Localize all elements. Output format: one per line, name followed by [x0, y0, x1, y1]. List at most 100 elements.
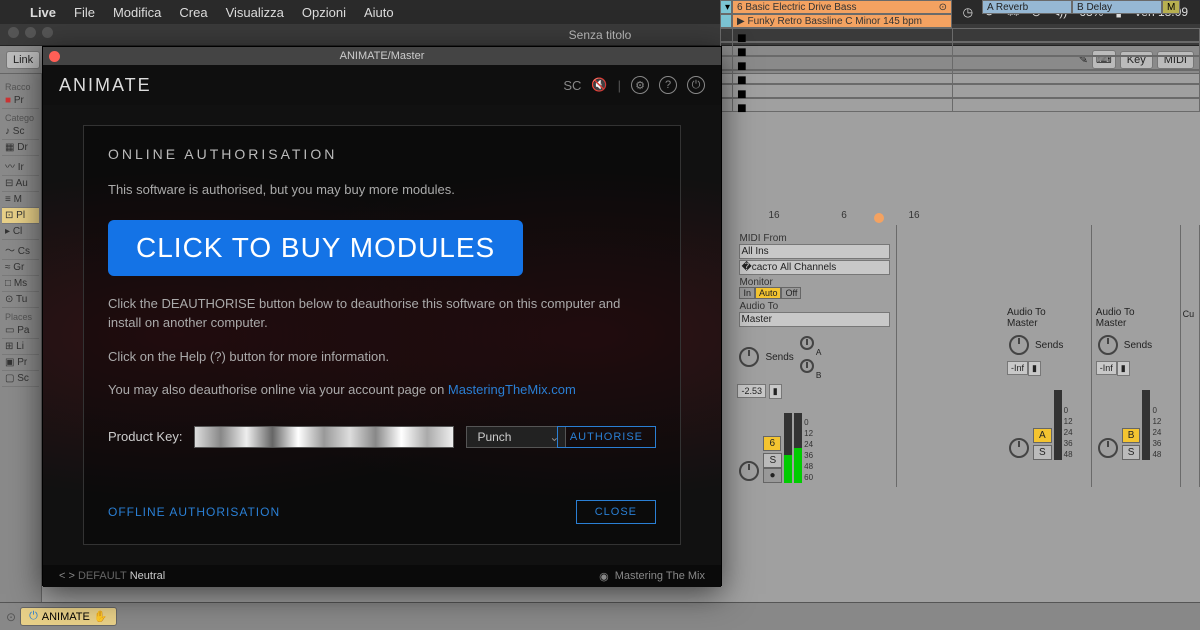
plugin-name: ANIMATE — [59, 75, 152, 96]
menu-create[interactable]: Crea — [179, 5, 207, 20]
track-header-master[interactable]: M — [1162, 0, 1180, 14]
browser-max[interactable]: □ Ms — [2, 276, 39, 292]
clip-prev[interactable] — [720, 14, 732, 28]
send-a-knob[interactable] — [800, 336, 814, 350]
audio-to-select[interactable]: Master — [739, 312, 890, 327]
menu-edit[interactable]: Modifica — [113, 5, 161, 20]
browser-instruments[interactable]: 〰 Ir — [2, 156, 39, 176]
clip-slot[interactable]: ■ — [720, 56, 1200, 70]
clip-slot[interactable]: ■ — [720, 28, 1200, 42]
browser-tuning[interactable]: ⊙ Tu — [2, 292, 39, 308]
browser-project[interactable]: ▣ Pr — [2, 355, 39, 371]
traffic-lights[interactable] — [8, 27, 53, 38]
volume-db[interactable]: -Inf — [1096, 361, 1117, 375]
arm-button[interactable]: ● — [763, 468, 781, 483]
product-key-label: Product Key: — [108, 429, 182, 444]
browser-library[interactable]: ⊞ Li — [2, 339, 39, 355]
browser-plugins[interactable]: ⊡ Pl — [2, 208, 39, 224]
midi-channel-select[interactable]: �састо All Channels — [739, 260, 890, 275]
mixer-channel-delay: Audio To Master Sends -Inf▮ BS 012243648 — [1092, 225, 1181, 487]
midi-from-select[interactable]: All Ins — [739, 244, 890, 259]
track-activator[interactable]: A — [1033, 428, 1052, 443]
product-key-input[interactable] — [194, 426, 454, 448]
monitor-in[interactable]: In — [739, 287, 755, 299]
help-icon[interactable]: ? — [659, 76, 677, 94]
collapse-icon[interactable]: ⊙ — [6, 610, 16, 624]
power-icon[interactable]: ⏻ — [687, 76, 705, 94]
track-activator[interactable]: 6 — [763, 436, 781, 451]
plugin-titlebar[interactable]: ANIMATE/Master — [43, 47, 721, 65]
level-meter — [794, 413, 802, 483]
online-deauth-text: You may also deauthorise online via your… — [108, 380, 656, 400]
mastering-link[interactable]: MasteringTheMix.com — [448, 382, 576, 397]
plugin-header: ANIMATE SC 🔇 | ⚙ ? ⏻ — [43, 65, 721, 105]
pan-knob[interactable] — [1009, 335, 1029, 355]
device-power-icon[interactable]: ⏻ — [29, 610, 38, 623]
mute-icon[interactable]: 🔇 — [591, 77, 607, 93]
offline-authorisation-link[interactable]: OFFLINE AUTHORISATION — [108, 505, 280, 519]
module-select[interactable]: Punch — [466, 426, 566, 448]
browser-item[interactable]: ■ Pr — [2, 93, 39, 109]
menu-options[interactable]: Opzioni — [302, 5, 346, 20]
midi-from-label: MIDI From — [739, 233, 890, 244]
browser-midi-fx[interactable]: ≡ M — [2, 192, 39, 208]
sends-label: Sends — [765, 352, 793, 363]
volume-db[interactable]: -Inf — [1007, 361, 1028, 375]
plugin-window: ANIMATE/Master ANIMATE SC 🔇 | ⚙ ? ⏻ ONLI… — [42, 46, 722, 586]
device-hand-icon[interactable]: ✋ — [94, 610, 108, 623]
solo-button[interactable]: S — [1033, 445, 1052, 460]
pan-knob[interactable] — [1098, 335, 1118, 355]
browser-packs[interactable]: ▭ Pa — [2, 323, 39, 339]
track-header-prev[interactable]: ▾ — [720, 0, 732, 14]
scene-launch-icon[interactable] — [874, 213, 884, 223]
close-icon[interactable] — [49, 51, 60, 62]
clip-slot[interactable]: ■ — [720, 98, 1200, 112]
browser-sounds[interactable]: ♪ Sc — [2, 124, 39, 140]
browser-clips[interactable]: ▸ Cl — [2, 224, 39, 240]
monitor-auto[interactable]: Auto — [755, 287, 782, 299]
audio-to-select[interactable]: Master — [1007, 318, 1087, 329]
clip-slot[interactable]: ■ — [720, 70, 1200, 84]
monitor-off[interactable]: Off — [781, 287, 801, 299]
preset-nav[interactable]: < > — [59, 570, 75, 582]
pan-knob[interactable] — [739, 347, 759, 367]
solo-button[interactable]: S — [1122, 445, 1141, 460]
volume-knob[interactable] — [1098, 438, 1118, 458]
track-header-bass[interactable]: 6 Basic Electric Drive Bass ⊙ — [732, 0, 952, 14]
link-button[interactable]: Link — [6, 51, 40, 69]
document-title: Senza titolo — [569, 28, 632, 42]
app-name[interactable]: Live — [30, 5, 56, 20]
browser-samples[interactable]: 〜 Cs — [2, 240, 39, 260]
volume-db[interactable]: -2.53 — [737, 384, 766, 398]
menu-help[interactable]: Aiuto — [364, 5, 394, 20]
solo-button[interactable]: S — [763, 453, 782, 468]
device-chip-animate[interactable]: ⏻ ANIMATE ✋ — [20, 607, 116, 626]
track-header-reverb[interactable]: A Reverb — [982, 0, 1072, 14]
volume-knob[interactable] — [739, 461, 759, 481]
audio-to-select[interactable]: Master — [1096, 318, 1176, 329]
clip-slot[interactable]: ■ — [720, 84, 1200, 98]
track-activator[interactable]: B — [1122, 428, 1141, 443]
places-header: Places — [2, 308, 39, 323]
browser-drums[interactable]: ▦ Dr — [2, 140, 39, 156]
close-button[interactable]: CLOSE — [576, 500, 656, 524]
send-b-knob[interactable] — [800, 359, 814, 373]
gear-icon[interactable]: ⚙ — [631, 76, 649, 94]
sidechain-button[interactable]: SC — [563, 78, 581, 93]
browser-grooves[interactable]: ≈ Gr — [2, 260, 39, 276]
clip-bassline[interactable]: ▶ Funky Retro Bassline C Minor 145 bpm — [732, 14, 952, 28]
menu-file[interactable]: File — [74, 5, 95, 20]
browser-audio-fx[interactable]: ⊟ Au — [2, 176, 39, 192]
audio-to-label: Audio To — [1096, 307, 1176, 318]
browser-sidebar: Racco ■ Pr Catego ♪ Sc ▦ Dr 〰 Ir ⊟ Au ≡ … — [0, 74, 42, 602]
browser-scripts[interactable]: ▢ Sc — [2, 371, 39, 387]
menu-view[interactable]: Visualizza — [226, 5, 284, 20]
track-header-delay[interactable]: B Delay — [1072, 0, 1162, 14]
deauthorise-help-text: Click the DEAUTHORISE button below to de… — [108, 294, 656, 333]
brand-name: Mastering The Mix — [615, 570, 705, 582]
volume-knob[interactable] — [1009, 438, 1029, 458]
authorise-button[interactable]: AUTHORISE — [557, 426, 656, 448]
clip-slot[interactable]: ■ — [720, 42, 1200, 56]
preset-name[interactable]: Neutral — [130, 570, 165, 582]
buy-modules-button[interactable]: CLICK TO BUY MODULES — [108, 220, 523, 276]
